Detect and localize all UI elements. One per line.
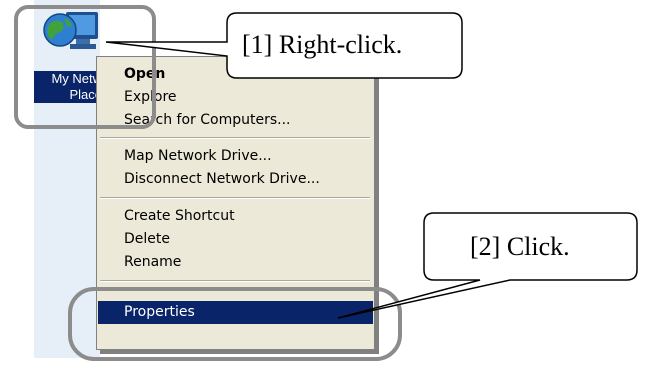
callout-step2-text: [2] Click. xyxy=(470,232,570,261)
callout-step1-text: [1] Right-click. xyxy=(242,30,403,59)
